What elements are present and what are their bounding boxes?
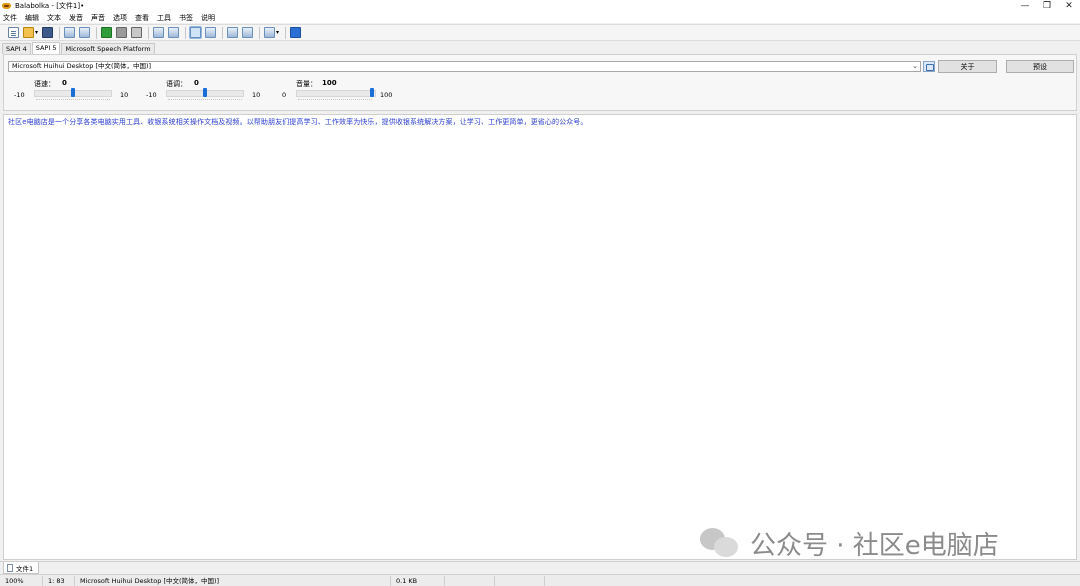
maximize-button[interactable]: ❐ (1036, 0, 1058, 12)
new-document-icon[interactable] (8, 27, 19, 38)
menu-speech[interactable]: 声音 (91, 13, 105, 23)
status-cell (495, 576, 545, 586)
pitch-slider-group: 语调： 0 -10 10 (142, 77, 272, 109)
rate-slider-ticks (36, 99, 110, 101)
menu-bar: 文件 编辑 文本 发音 声音 选项 查看 工具 书签 说明 (0, 12, 1080, 23)
menu-options[interactable]: 选项 (113, 13, 127, 23)
menu-edit[interactable]: 编辑 (25, 13, 39, 23)
status-cell (445, 576, 495, 586)
title-bar: Balabolka - [文件1]• — ❐ ✕ (0, 0, 1080, 12)
menu-bookmarks[interactable]: 书签 (179, 13, 193, 23)
status-size: 0.1 KB (391, 576, 445, 586)
print-preview-icon[interactable] (79, 27, 91, 38)
document-tab-label: 文件1 (16, 564, 34, 573)
tab-sapi5[interactable]: SAPI 5 (31, 42, 61, 54)
document-tabs: 文件1 (0, 561, 1080, 574)
pitch-max: 10 (252, 91, 261, 99)
toolbar-separator (96, 26, 98, 39)
toolbar-separator (59, 26, 61, 39)
save-audio-icon[interactable] (153, 27, 165, 38)
menu-text[interactable]: 文本 (47, 13, 61, 23)
voice-select-value: Microsoft Huihui Desktop [中文(简体，中国)] (12, 62, 152, 70)
menu-pronunciation[interactable]: 发音 (69, 13, 83, 23)
monitor-dropdown-icon[interactable]: ▾ (276, 29, 279, 36)
window-title: Balabolka - [文件1]• (15, 2, 85, 10)
editor-text: 社区e电脑店是一个分享各类电脑实用工具、收银系统相关操作文档及视频。以帮助朋友们… (8, 118, 588, 126)
menu-file[interactable]: 文件 (3, 13, 17, 23)
toolbar-separator (259, 26, 261, 39)
rate-min: -10 (14, 91, 25, 99)
status-zoom: 100% (0, 576, 43, 586)
pitch-label: 语调： (166, 80, 187, 88)
rate-label: 语速： (34, 80, 55, 88)
volume-max: 100 (380, 91, 393, 99)
balabolka-app-icon (2, 2, 12, 10)
watermark: 公众号 · 社区e电脑店 (700, 523, 999, 563)
volume-min: 0 (282, 91, 287, 99)
menu-view[interactable]: 查看 (135, 13, 149, 23)
toolbar-separator (148, 26, 150, 39)
volume-slider-group: 音量： 100 0 100 (278, 77, 398, 109)
tab-microsoft-speech-platform[interactable]: Microsoft Speech Platform (61, 43, 155, 54)
pitch-slider-thumb[interactable] (203, 88, 207, 97)
rate-value: 0 (62, 79, 67, 87)
text-editor[interactable]: 社区e电脑店是一个分享各类电脑实用工具、收银系统相关操作文档及视频。以帮助朋友们… (3, 114, 1077, 560)
wechat-icon (700, 526, 740, 560)
rate-slider-thumb[interactable] (71, 88, 75, 97)
volume-slider-track[interactable] (296, 90, 376, 97)
voice-panel: Microsoft Huihui Desktop [中文(简体，中国)] ⌄ 关… (3, 54, 1077, 111)
voice-settings-icon[interactable] (923, 61, 935, 72)
volume-slider-ticks (298, 99, 372, 101)
toolbar-separator (285, 26, 287, 39)
lock-icon[interactable] (168, 27, 180, 38)
status-voice: Microsoft Huihui Desktop [中文(简体，中国)] (75, 576, 391, 586)
close-button[interactable]: ✕ (1058, 0, 1080, 12)
file-icon (7, 563, 13, 572)
menu-help[interactable]: 说明 (201, 13, 215, 23)
pitch-slider-ticks (168, 99, 242, 101)
monitor-icon[interactable] (264, 27, 276, 38)
help-icon[interactable] (290, 27, 302, 38)
tab-sapi4[interactable]: SAPI 4 (2, 43, 31, 54)
clipboard-icon[interactable] (205, 27, 217, 38)
chevron-down-icon[interactable]: ⌄ (912, 62, 918, 71)
window-controls: — ❐ ✕ (1014, 0, 1080, 12)
open-dropdown-icon[interactable]: ▾ (35, 29, 38, 36)
volume-value: 100 (322, 79, 337, 87)
volume-label: 音量： (296, 80, 317, 88)
toolbar-separator (222, 26, 224, 39)
preset-button[interactable]: 预设 (1006, 60, 1074, 73)
stop-icon[interactable] (131, 27, 143, 38)
split-icon[interactable] (242, 27, 254, 38)
toolbar-separator (185, 26, 187, 39)
convert-icon[interactable] (227, 27, 239, 38)
voice-select[interactable]: Microsoft Huihui Desktop [中文(简体，中国)] ⌄ (8, 61, 921, 72)
document-tab[interactable]: 文件1 (3, 562, 39, 574)
text-view-icon[interactable] (190, 27, 202, 38)
engine-tabs: SAPI 4 SAPI 5 Microsoft Speech Platform (0, 42, 156, 54)
volume-slider-thumb[interactable] (370, 88, 374, 97)
status-bar: 100% 1: 83 Microsoft Huihui Desktop [中文(… (0, 574, 1080, 586)
watermark-text: 公众号 · 社区e电脑店 (750, 530, 999, 561)
minimize-button[interactable]: — (1014, 0, 1036, 12)
about-button[interactable]: 关于 (938, 60, 997, 73)
open-folder-icon[interactable] (23, 27, 34, 38)
toolbar: ▾ ▾ (0, 24, 1080, 41)
pitch-value: 0 (194, 79, 199, 87)
status-position: 1: 83 (43, 576, 75, 586)
play-icon[interactable] (101, 27, 113, 38)
pitch-min: -10 (146, 91, 157, 99)
print-icon[interactable] (64, 27, 76, 38)
pause-icon[interactable] (116, 27, 128, 38)
menu-tools[interactable]: 工具 (157, 13, 171, 23)
save-icon[interactable] (42, 27, 54, 38)
rate-max: 10 (120, 91, 129, 99)
rate-slider-group: 语速： 0 -10 10 (10, 77, 140, 109)
